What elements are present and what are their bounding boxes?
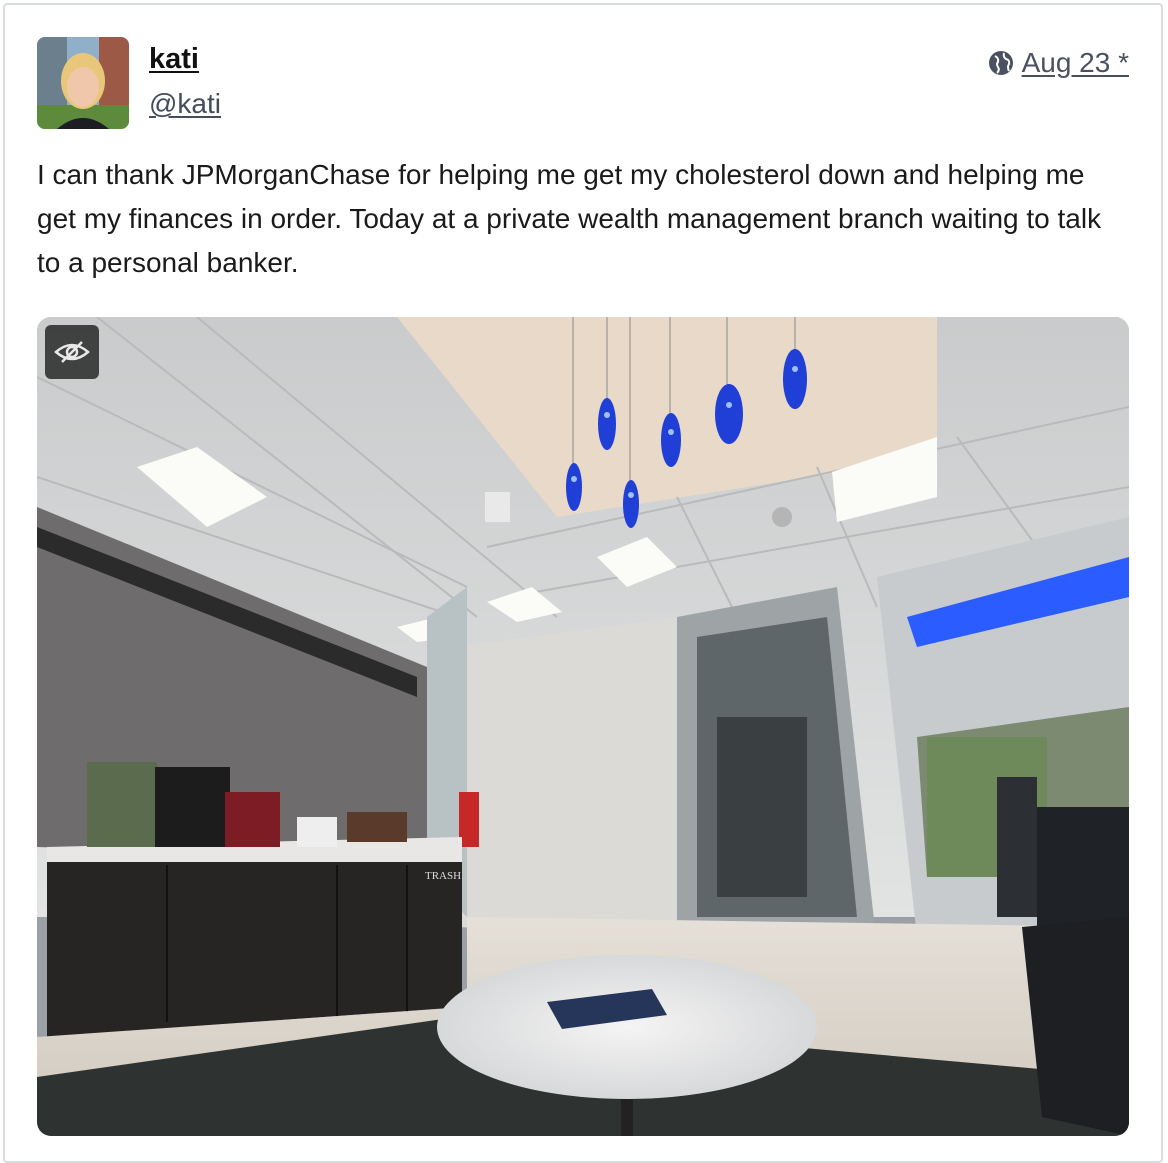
avatar-image	[37, 37, 129, 129]
post-meta: Aug 23 *	[988, 47, 1129, 79]
user-handle[interactable]: @kati	[149, 88, 221, 120]
eye-slash-icon	[54, 341, 90, 363]
hide-media-button[interactable]	[45, 325, 99, 379]
display-name[interactable]: kati	[149, 43, 199, 76]
avatar[interactable]	[37, 37, 129, 129]
post-media[interactable]: TRASH	[37, 317, 1129, 1136]
globe-icon	[988, 51, 1013, 75]
post-date-link[interactable]: Aug 23 *	[1022, 47, 1129, 79]
post-body: I can thank JPMorganChase for helping me…	[37, 159, 1102, 278]
trash-sign: TRASH	[425, 870, 461, 882]
media-image: TRASH	[37, 317, 1129, 1136]
